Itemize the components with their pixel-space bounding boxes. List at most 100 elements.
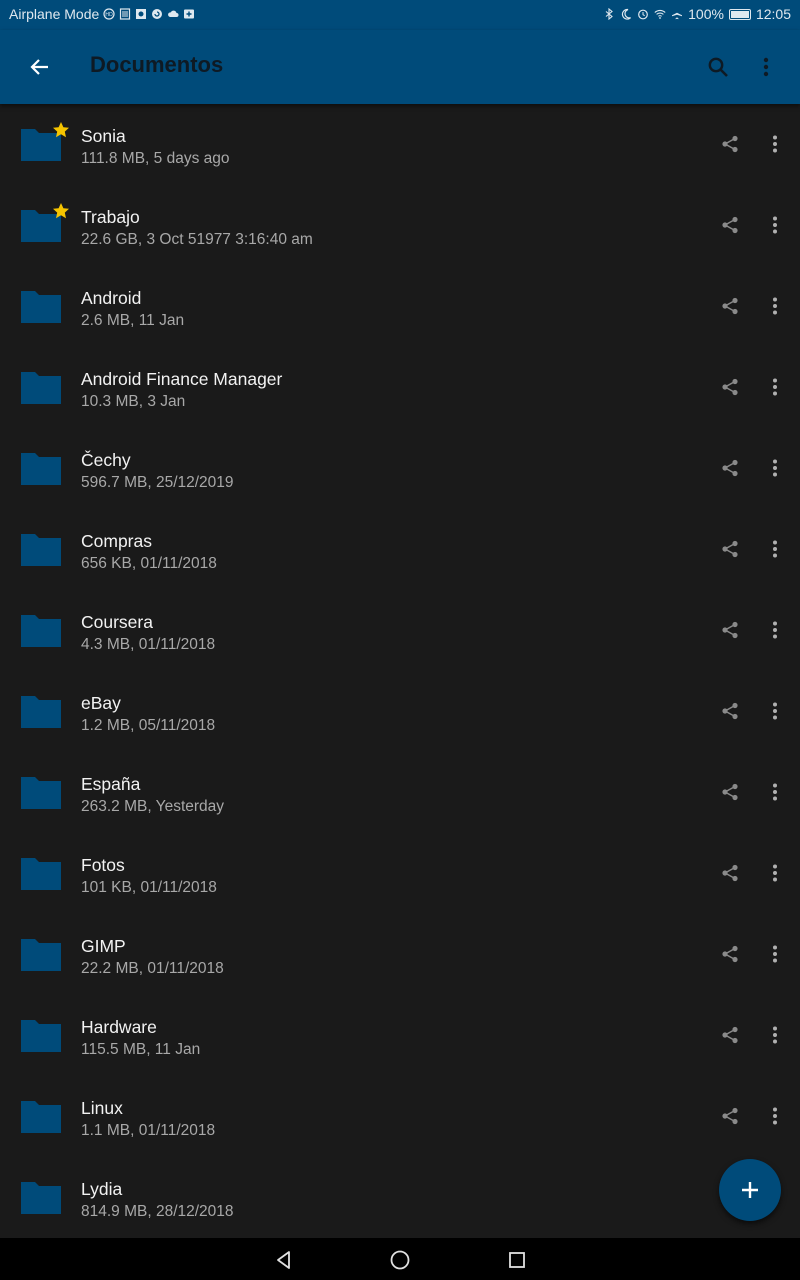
row-more-button[interactable] bbox=[757, 774, 793, 810]
row-more-button[interactable] bbox=[757, 207, 793, 243]
file-meta: 111.8 MB, 5 days ago bbox=[81, 150, 230, 167]
share-button[interactable] bbox=[712, 288, 748, 324]
search-icon bbox=[708, 57, 728, 77]
share-button[interactable] bbox=[712, 126, 748, 162]
share-icon bbox=[722, 378, 738, 396]
nav-back-button[interactable] bbox=[268, 1244, 300, 1276]
plus-box-icon bbox=[184, 9, 195, 19]
star-icon bbox=[52, 121, 70, 139]
file-row[interactable]: Coursera 4.3 MB, 01/11/2018 bbox=[0, 590, 800, 671]
row-more-button[interactable] bbox=[757, 936, 793, 972]
file-name: Compras bbox=[81, 531, 152, 551]
file-meta: 814.9 MB, 28/12/2018 bbox=[81, 1203, 234, 1220]
row-more-button[interactable] bbox=[757, 693, 793, 729]
row-more-button[interactable] bbox=[757, 288, 793, 324]
arrow-left-icon bbox=[30, 59, 48, 75]
share-button[interactable] bbox=[712, 369, 748, 405]
back-button[interactable] bbox=[20, 47, 60, 87]
share-button[interactable] bbox=[712, 531, 748, 567]
cloud-icon bbox=[168, 10, 179, 17]
search-button[interactable] bbox=[698, 47, 738, 87]
folder-icon bbox=[20, 774, 62, 810]
share-icon bbox=[722, 216, 738, 234]
overflow-menu-button[interactable] bbox=[746, 47, 786, 87]
airplane-icon bbox=[672, 8, 683, 20]
file-row[interactable]: Android Finance Manager 10.3 MB, 3 Jan bbox=[0, 347, 800, 428]
file-name: eBay bbox=[81, 693, 121, 713]
folder-icon bbox=[20, 612, 62, 648]
more-vertical-icon bbox=[773, 783, 777, 801]
file-row[interactable]: Trabajo 22.6 GB, 3 Oct 51977 3:16:40 am bbox=[0, 185, 800, 266]
row-more-button[interactable] bbox=[757, 1098, 793, 1134]
share-button[interactable] bbox=[712, 1098, 748, 1134]
share-button[interactable] bbox=[712, 612, 748, 648]
app-bar: Documentos bbox=[0, 30, 800, 104]
share-button[interactable] bbox=[712, 936, 748, 972]
file-row[interactable]: Compras 656 KB, 01/11/2018 bbox=[0, 509, 800, 590]
folder-icon bbox=[20, 531, 62, 567]
share-icon bbox=[722, 783, 738, 801]
more-vertical-icon bbox=[773, 1026, 777, 1044]
file-name: Fotos bbox=[81, 855, 125, 875]
file-name: Android bbox=[81, 288, 142, 308]
file-row[interactable]: Lydia 814.9 MB, 28/12/2018 bbox=[0, 1157, 800, 1238]
file-row[interactable]: eBay 1.2 MB, 05/11/2018 bbox=[0, 671, 800, 752]
row-more-button[interactable] bbox=[757, 450, 793, 486]
file-row[interactable]: Linux 1.1 MB, 01/11/2018 bbox=[0, 1076, 800, 1157]
row-more-button[interactable] bbox=[757, 612, 793, 648]
add-fab-button[interactable] bbox=[719, 1159, 781, 1221]
file-meta: 1.2 MB, 05/11/2018 bbox=[81, 717, 216, 734]
share-icon bbox=[722, 1107, 738, 1125]
more-vertical-icon bbox=[773, 378, 777, 396]
row-more-button[interactable] bbox=[757, 126, 793, 162]
share-button[interactable] bbox=[712, 1017, 748, 1053]
file-meta: 2.6 MB, 11 Jan bbox=[81, 312, 185, 329]
more-vertical-icon bbox=[763, 57, 769, 77]
file-row[interactable]: España 263.2 MB, Yesterday bbox=[0, 752, 800, 833]
file-name: Coursera bbox=[81, 612, 153, 632]
folder-icon bbox=[20, 369, 62, 405]
more-vertical-icon bbox=[773, 459, 777, 477]
row-more-button[interactable] bbox=[757, 369, 793, 405]
row-more-button[interactable] bbox=[757, 1017, 793, 1053]
share-icon bbox=[722, 540, 738, 558]
share-icon bbox=[722, 459, 738, 477]
file-name: GIMP bbox=[81, 936, 126, 956]
folder-icon bbox=[20, 288, 62, 324]
folder-icon bbox=[20, 1098, 62, 1134]
file-meta: 115.5 MB, 11 Jan bbox=[81, 1041, 201, 1058]
sync-icon bbox=[152, 9, 163, 19]
share-button[interactable] bbox=[712, 774, 748, 810]
photo-icon bbox=[136, 9, 147, 19]
share-button[interactable] bbox=[712, 450, 748, 486]
file-meta: 22.6 GB, 3 Oct 51977 3:16:40 am bbox=[81, 231, 313, 248]
file-row[interactable]: Android 2.6 MB, 11 Jan bbox=[0, 266, 800, 347]
row-more-button[interactable] bbox=[757, 855, 793, 891]
nav-home-button[interactable] bbox=[384, 1244, 416, 1276]
more-vertical-icon bbox=[773, 945, 777, 963]
star-icon bbox=[52, 202, 70, 220]
file-row[interactable]: Fotos 101 KB, 01/11/2018 bbox=[0, 833, 800, 914]
nav-recents-button[interactable] bbox=[501, 1244, 533, 1276]
status-bar-left: Airplane Mode HD bbox=[9, 6, 195, 22]
row-more-button[interactable] bbox=[757, 531, 793, 567]
file-row[interactable]: Hardware 115.5 MB, 11 Jan bbox=[0, 995, 800, 1076]
file-row[interactable]: Čechy 596.7 MB, 25/12/2019 bbox=[0, 428, 800, 509]
share-icon bbox=[722, 297, 738, 315]
folder-icon bbox=[20, 1179, 62, 1215]
file-list: Sonia 111.8 MB, 5 days ago Trabajo 22.6 GB,… bbox=[0, 104, 800, 1238]
navigation-bar bbox=[0, 1238, 800, 1280]
share-button[interactable] bbox=[712, 207, 748, 243]
file-name: Sonia bbox=[81, 126, 126, 146]
folder-icon bbox=[20, 855, 62, 891]
share-button[interactable] bbox=[712, 855, 748, 891]
file-row[interactable]: GIMP 22.2 MB, 01/11/2018 bbox=[0, 914, 800, 995]
moon-icon bbox=[622, 8, 632, 20]
more-vertical-icon bbox=[773, 702, 777, 720]
file-meta: 263.2 MB, Yesterday bbox=[81, 798, 225, 815]
page-title: Documentos bbox=[90, 52, 224, 77]
share-button[interactable] bbox=[712, 693, 748, 729]
file-row[interactable]: Sonia 111.8 MB, 5 days ago bbox=[0, 104, 800, 185]
file-name: Hardware bbox=[81, 1017, 157, 1037]
folder-icon bbox=[20, 1017, 62, 1053]
